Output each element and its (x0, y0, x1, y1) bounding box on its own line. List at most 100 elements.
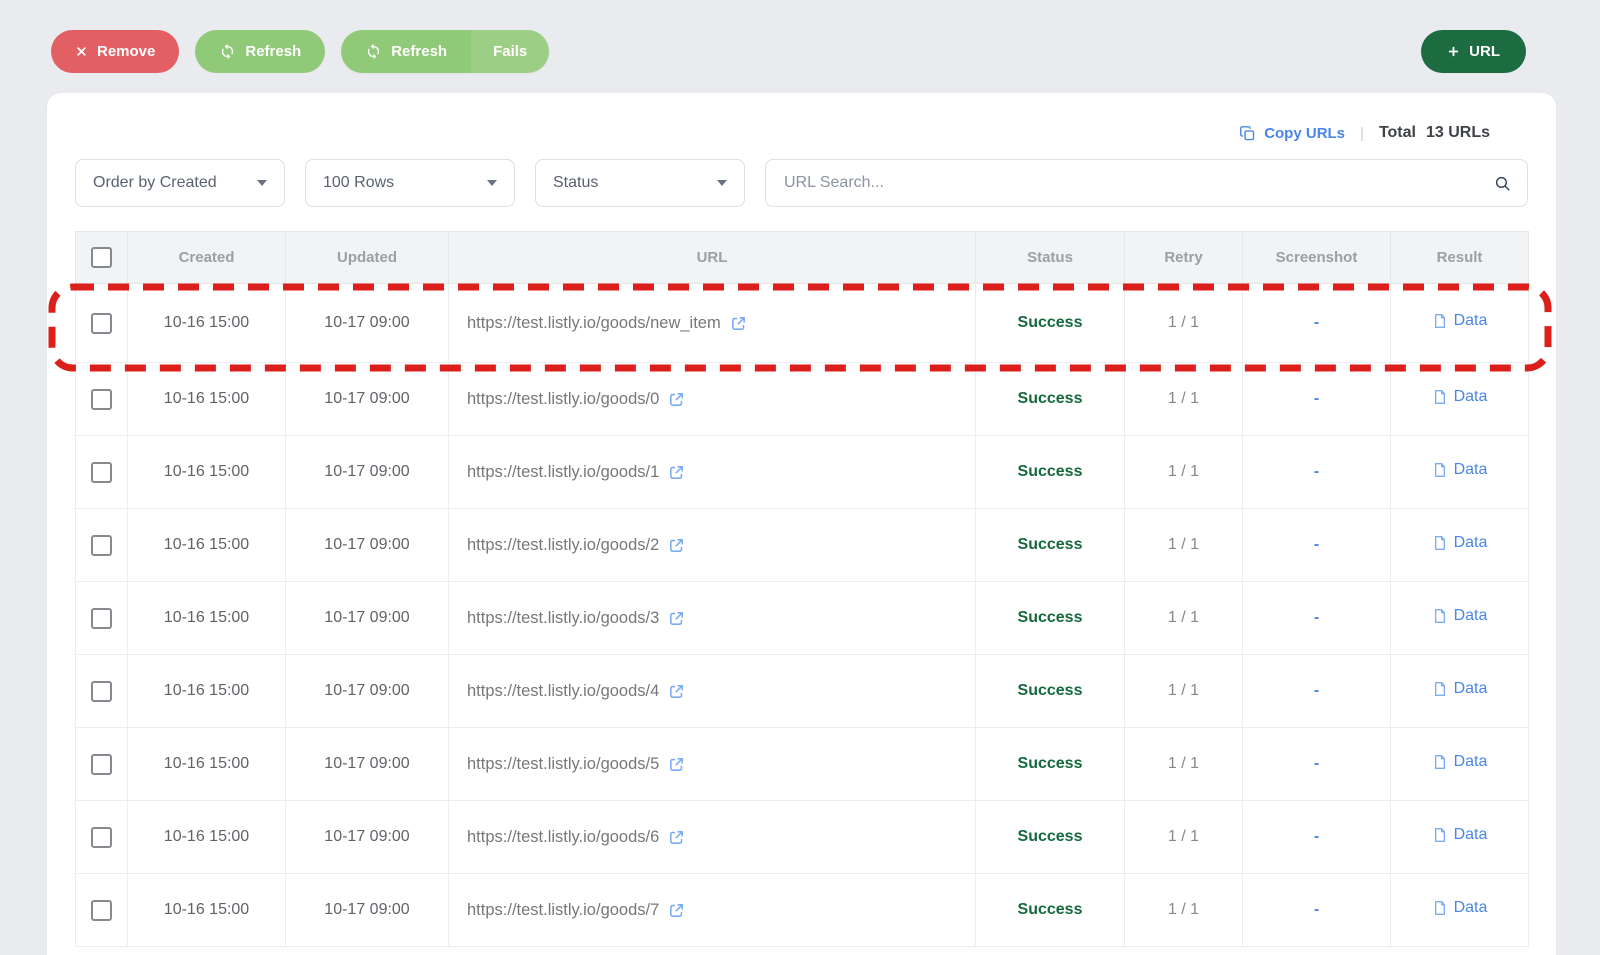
rows-per-page-dropdown[interactable]: 100 Rows (305, 159, 515, 207)
table-row: 10-16 15:00 10-17 09:00 https://test.lis… (76, 509, 1529, 582)
row-checkbox[interactable] (91, 827, 112, 848)
external-link-icon[interactable] (668, 464, 685, 481)
row-checkbox[interactable] (91, 754, 112, 775)
url-table: Created Updated URL Status Retry Screens… (75, 231, 1529, 947)
data-link[interactable]: Data (1432, 899, 1488, 917)
url-text: https://test.listly.io/goods/0 (467, 390, 659, 409)
updated-cell: 10-17 09:00 (286, 728, 449, 801)
updated-cell: 10-17 09:00 (286, 363, 449, 436)
table-row: 10-16 15:00 10-17 09:00 https://test.lis… (76, 582, 1529, 655)
file-icon (1432, 388, 1448, 406)
sync-icon (219, 43, 236, 60)
table-row: 10-16 15:00 10-17 09:00 https://test.lis… (76, 801, 1529, 874)
column-header-screenshot: Screenshot (1243, 232, 1391, 284)
chevron-down-icon (717, 180, 727, 186)
data-link[interactable]: Data (1432, 753, 1488, 771)
data-link[interactable]: Data (1432, 607, 1488, 625)
table-row-highlighted: 10-16 15:00 10-17 09:00 https://test.lis… (76, 284, 1529, 363)
updated-cell: 10-17 09:00 (286, 874, 449, 947)
data-link-label: Data (1454, 388, 1488, 406)
url-text: https://test.listly.io/goods/new_item (467, 314, 721, 333)
file-icon (1432, 753, 1448, 771)
table-row: 10-16 15:00 10-17 09:00 https://test.lis… (76, 363, 1529, 436)
status-value: Status (553, 174, 598, 192)
data-link[interactable]: Data (1432, 826, 1488, 844)
url-search-input[interactable] (784, 174, 1494, 192)
url-list-card: Copy URLs | Total 13 URLs Order by Creat… (47, 93, 1556, 955)
url-text: https://test.listly.io/goods/6 (467, 828, 659, 847)
row-checkbox[interactable] (91, 681, 112, 702)
row-checkbox[interactable] (91, 608, 112, 629)
copy-urls-label: Copy URLs (1264, 125, 1345, 142)
row-checkbox[interactable] (91, 900, 112, 921)
status-badge: Success (1018, 901, 1083, 918)
external-link-icon[interactable] (668, 610, 685, 627)
file-icon (1432, 461, 1448, 479)
external-link-icon[interactable] (668, 902, 685, 919)
data-link[interactable]: Data (1432, 461, 1488, 479)
external-link-icon[interactable] (668, 537, 685, 554)
plus-icon (1447, 45, 1460, 58)
table-header-row: Created Updated URL Status Retry Screens… (76, 232, 1529, 284)
status-badge: Success (1018, 755, 1083, 772)
select-all-checkbox[interactable] (91, 247, 112, 268)
status-dropdown[interactable]: Status (535, 159, 745, 207)
external-link-icon[interactable] (730, 315, 747, 332)
data-link-label: Data (1454, 312, 1488, 330)
x-icon (75, 45, 88, 58)
status-badge: Success (1018, 828, 1083, 845)
column-header-result: Result (1391, 232, 1529, 284)
row-checkbox[interactable] (91, 313, 112, 334)
chevron-down-icon (487, 180, 497, 186)
retry-cell: 1 / 1 (1125, 436, 1243, 509)
status-badge: Success (1018, 682, 1083, 699)
file-icon (1432, 680, 1448, 698)
row-checkbox[interactable] (91, 535, 112, 556)
column-header-retry: Retry (1125, 232, 1243, 284)
url-search-box (765, 159, 1528, 207)
status-badge: Success (1018, 463, 1083, 480)
url-text: https://test.listly.io/goods/5 (467, 755, 659, 774)
row-checkbox[interactable] (91, 389, 112, 410)
table-row: 10-16 15:00 10-17 09:00 https://test.lis… (76, 655, 1529, 728)
copy-urls-link[interactable]: Copy URLs (1239, 125, 1345, 142)
data-link[interactable]: Data (1432, 312, 1488, 330)
rows-per-page-value: 100 Rows (323, 174, 394, 192)
external-link-icon[interactable] (668, 829, 685, 846)
screenshot-cell: - (1314, 828, 1319, 845)
data-link[interactable]: Data (1432, 388, 1488, 406)
refresh-fails-button: Refresh Fails (341, 30, 549, 73)
data-link[interactable]: Data (1432, 680, 1488, 698)
created-cell: 10-16 15:00 (128, 509, 286, 582)
refresh-fails-refresh-segment[interactable]: Refresh (341, 30, 471, 73)
order-by-dropdown[interactable]: Order by Created (75, 159, 285, 207)
search-icon[interactable] (1494, 175, 1511, 192)
row-checkbox[interactable] (91, 462, 112, 483)
retry-cell: 1 / 1 (1125, 801, 1243, 874)
refresh-fails-fails-label: Fails (493, 43, 527, 60)
created-cell: 10-16 15:00 (128, 284, 286, 363)
data-link[interactable]: Data (1432, 534, 1488, 552)
data-link-label: Data (1454, 826, 1488, 844)
screenshot-cell: - (1314, 609, 1319, 626)
total-value: 13 URLs (1426, 124, 1490, 142)
data-link-label: Data (1454, 534, 1488, 552)
table-row: 10-16 15:00 10-17 09:00 https://test.lis… (76, 436, 1529, 509)
file-icon (1432, 607, 1448, 625)
external-link-icon[interactable] (668, 391, 685, 408)
retry-cell: 1 / 1 (1125, 874, 1243, 947)
refresh-button[interactable]: Refresh (195, 30, 325, 73)
external-link-icon[interactable] (668, 683, 685, 700)
refresh-fails-fails-segment[interactable]: Fails (471, 30, 549, 73)
add-url-button[interactable]: URL (1421, 30, 1526, 73)
created-cell: 10-16 15:00 (128, 728, 286, 801)
card-header-row: Copy URLs | Total 13 URLs (47, 93, 1556, 146)
updated-cell: 10-17 09:00 (286, 284, 449, 363)
retry-cell: 1 / 1 (1125, 363, 1243, 436)
external-link-icon[interactable] (668, 756, 685, 773)
created-cell: 10-16 15:00 (128, 436, 286, 509)
remove-button[interactable]: Remove (51, 30, 179, 73)
separator: | (1360, 125, 1364, 142)
status-badge: Success (1018, 609, 1083, 626)
updated-cell: 10-17 09:00 (286, 436, 449, 509)
